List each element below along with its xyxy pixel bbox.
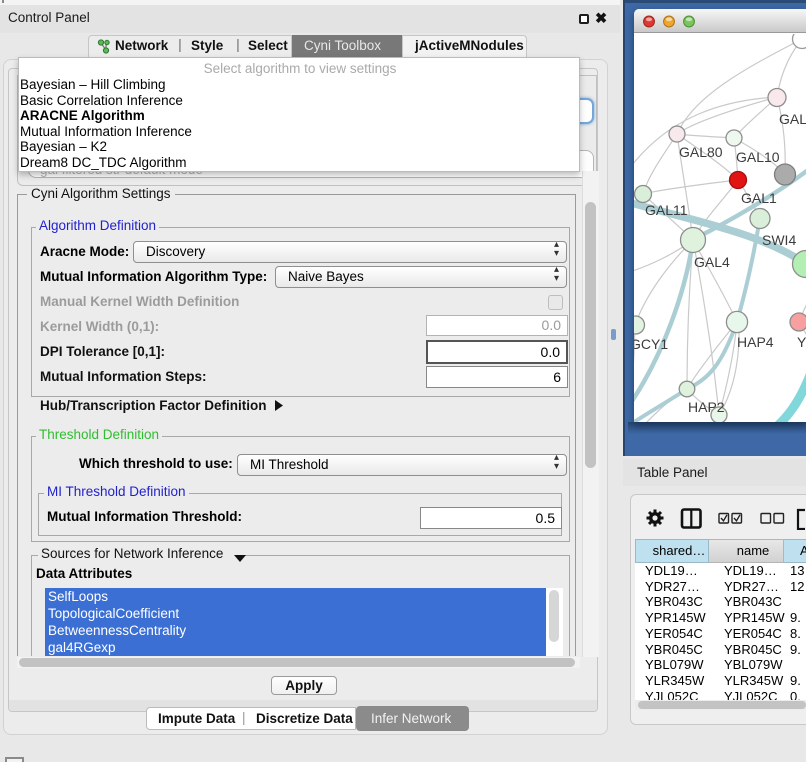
svg-text:SWI4: SWI4 — [762, 232, 796, 248]
svg-text:HAP2: HAP2 — [688, 399, 725, 415]
svg-text:GAL80: GAL80 — [679, 144, 723, 160]
svg-text:GCY1: GCY1 — [634, 336, 668, 352]
svg-text:GAL1: GAL1 — [741, 190, 777, 206]
svg-text:Y: Y — [797, 334, 806, 350]
svg-text:GAL7: GAL7 — [779, 111, 806, 127]
svg-text:GAL10: GAL10 — [736, 149, 780, 165]
svg-text:HAP4: HAP4 — [737, 334, 774, 350]
svg-text:GAL11: GAL11 — [645, 202, 688, 218]
svg-text:GAL4: GAL4 — [694, 254, 730, 270]
